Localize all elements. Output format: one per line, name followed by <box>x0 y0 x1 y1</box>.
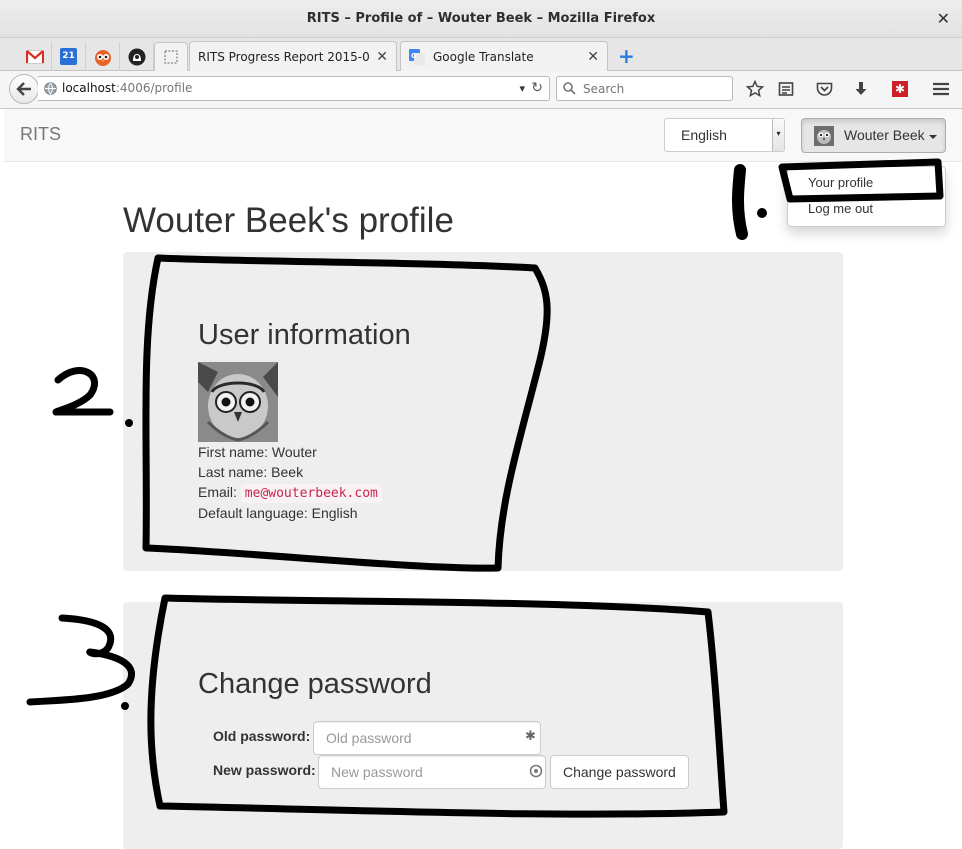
new-password-field[interactable] <box>318 755 546 789</box>
change-password-heading: Change password <box>198 668 432 700</box>
google-translate-icon: G <box>409 48 425 65</box>
bookmark-star-icon[interactable] <box>744 79 766 99</box>
new-password-label: New password: <box>213 762 316 778</box>
blank-page-icon <box>164 50 178 64</box>
tab-close-icon[interactable]: ✕ <box>587 49 599 65</box>
calendar-icon: 21 <box>60 48 77 65</box>
tab-google-translate[interactable]: G Google Translate ✕ <box>400 41 608 71</box>
default-language-value: English <box>311 505 358 521</box>
url-bar[interactable]: localhost:4006/profile ▾ ↻ <box>38 76 550 101</box>
search-bar[interactable] <box>556 76 733 101</box>
user-menu-button[interactable]: Wouter Beek <box>801 118 946 153</box>
tab-close-icon[interactable]: ✕ <box>376 49 388 65</box>
hamburger-menu-icon[interactable] <box>930 79 952 99</box>
url-history-dropdown-icon[interactable]: ▾ <box>519 77 525 100</box>
old-password-field[interactable] <box>313 721 541 755</box>
pinned-tab-github[interactable] <box>120 42 154 71</box>
back-arrow-icon <box>16 82 31 96</box>
first-name-row: First name: Wouter <box>198 444 317 460</box>
last-name-value: Beek <box>271 464 304 480</box>
email-value: me@wouterbeek.com <box>240 484 382 503</box>
pinned-tab-blank[interactable] <box>154 42 188 71</box>
default-language-row: Default language: English <box>198 505 358 521</box>
github-icon <box>128 48 145 65</box>
window-title: RITS – Profile of – Wouter Beek – Mozill… <box>306 11 656 26</box>
user-information-panel: User information First name: Wouter Last… <box>123 252 843 571</box>
globe-icon <box>44 82 57 95</box>
user-dropdown-menu: Your profile Log me out <box>787 166 946 227</box>
search-input[interactable] <box>581 79 726 98</box>
old-password-label: Old password: <box>213 728 311 744</box>
reload-icon[interactable]: ↻ <box>531 77 543 100</box>
brand-link[interactable]: RITS <box>20 124 61 145</box>
tab-label: Google Translate <box>433 49 534 64</box>
gmail-icon <box>25 49 44 64</box>
navigation-bar: localhost:4006/profile ▾ ↻ ✱ <box>0 71 962 109</box>
download-icon[interactable] <box>850 79 872 99</box>
change-password-button[interactable]: Change password <box>550 755 689 789</box>
back-button[interactable] <box>9 74 39 104</box>
tab-rits-progress-report[interactable]: RITS Progress Report 2015-0… ✕ <box>189 41 397 71</box>
language-select-value: English <box>681 127 727 143</box>
new-tab-button[interactable]: + <box>618 44 635 68</box>
reading-list-icon[interactable] <box>775 79 797 99</box>
change-password-panel: Change password Old password: ✱ New pass… <box>123 602 843 849</box>
menu-item-your-profile[interactable]: Your profile <box>808 175 873 190</box>
svg-text:G: G <box>411 52 417 60</box>
window-close-button[interactable]: ✕ <box>937 0 950 38</box>
language-select[interactable]: English ▾ <box>664 118 785 152</box>
profile-picture <box>198 362 278 442</box>
url-text: localhost:4006/profile <box>62 81 193 95</box>
search-icon <box>563 82 576 95</box>
tab-strip: 21 RITS Progress Report 2015-0… ✕ G Goog… <box>0 38 962 71</box>
page-content: RITS English ▾ Wouter Beek Your profile … <box>0 109 962 849</box>
last-name-row: Last name: Beek <box>198 464 304 480</box>
email-row: Email: me@wouterbeek.com <box>198 484 382 503</box>
user-menu-label: Wouter Beek <box>844 127 925 143</box>
menu-item-log-out[interactable]: Log me out <box>808 201 873 216</box>
pocket-icon[interactable] <box>813 79 835 99</box>
password-manager-icon[interactable]: ✱ <box>525 729 536 744</box>
pinned-tab-owl[interactable] <box>86 42 120 71</box>
pinned-tab-gmail[interactable] <box>18 42 52 71</box>
caret-down-icon <box>929 135 937 139</box>
chevron-down-icon: ▾ <box>772 119 784 151</box>
first-name-value: Wouter <box>271 444 317 460</box>
tab-label: RITS Progress Report 2015-0… <box>198 49 371 64</box>
page-title: Wouter Beek's profile <box>123 201 454 240</box>
lastpass-icon[interactable]: ✱ <box>889 79 911 99</box>
owl-icon <box>94 49 111 66</box>
avatar <box>814 126 834 146</box>
pinned-tab-calendar[interactable]: 21 <box>52 42 86 71</box>
window-titlebar: RITS – Profile of – Wouter Beek – Mozill… <box>0 0 962 38</box>
app-navbar: RITS English ▾ Wouter Beek <box>4 109 962 162</box>
user-information-heading: User information <box>198 319 411 351</box>
password-generator-icon[interactable] <box>529 764 543 778</box>
